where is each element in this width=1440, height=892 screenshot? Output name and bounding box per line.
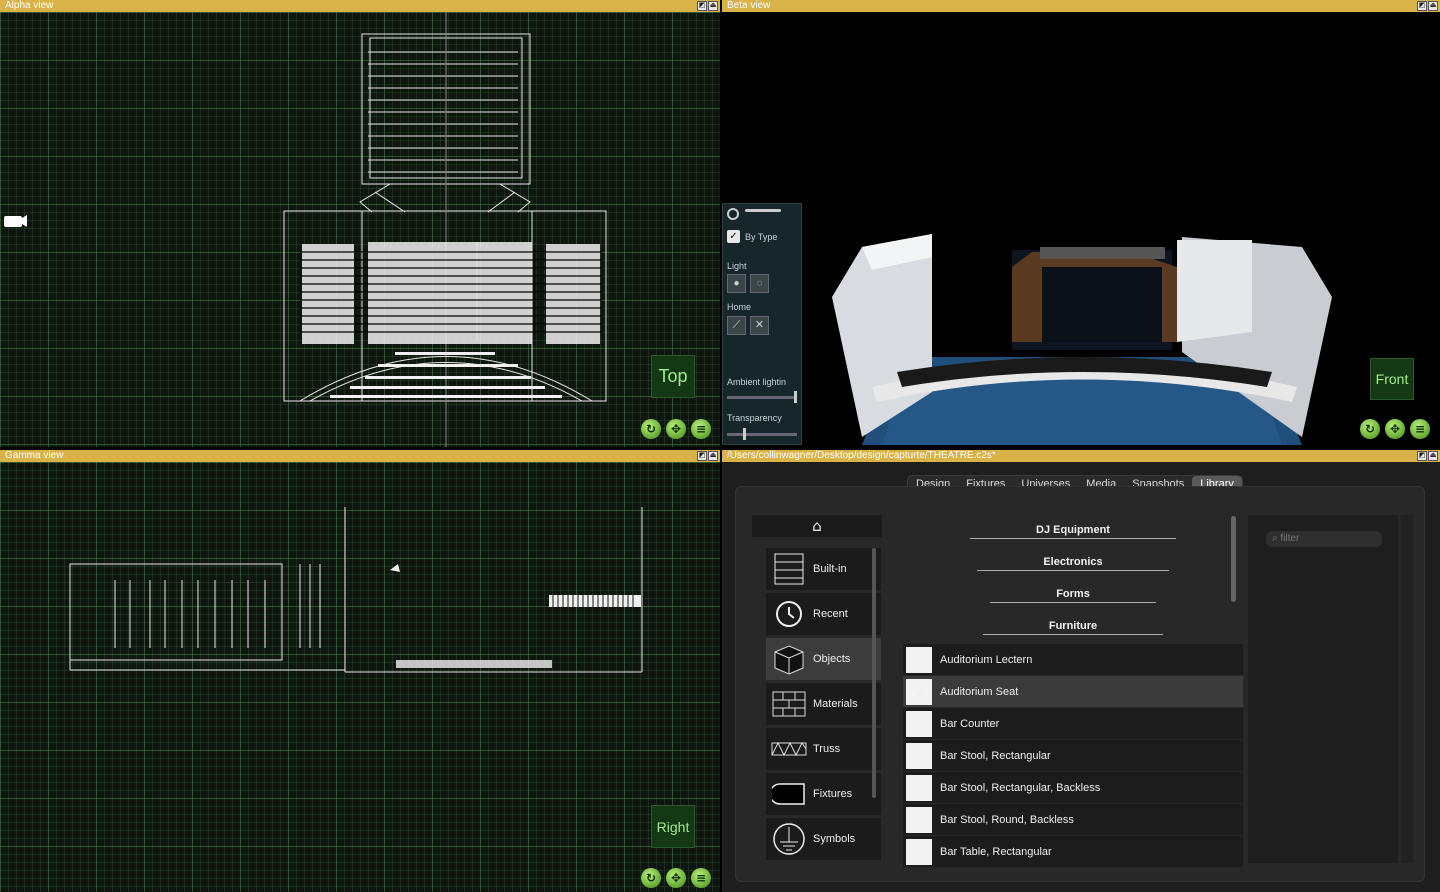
alpha-view-title: Alpha view (5, 0, 54, 11)
camera-icon (4, 215, 27, 227)
section-furniture[interactable]: Furniture (903, 612, 1243, 642)
side-scrollbar[interactable] (1401, 515, 1413, 863)
home-label: Home (727, 302, 752, 312)
category-objects[interactable]: Objects (766, 638, 881, 680)
library-content: ⌂ Built-in Recent Objects Materials Trus… (735, 486, 1425, 882)
rotate-icon[interactable]: ↻ (641, 868, 661, 888)
brick-wall-icon (771, 686, 807, 722)
category-truss[interactable]: Truss (766, 728, 881, 770)
menu-icon[interactable]: ≡ (691, 868, 711, 888)
beta-nav-controls: ↻ ✥ ≡ (1360, 419, 1430, 439)
eject-icon[interactable]: ⏏ (708, 1, 718, 11)
file-titlebar[interactable]: /Users/collinwagner/Desktop/design/captu… (722, 450, 1440, 462)
pan-icon[interactable]: ✥ (666, 868, 686, 888)
eject-icon[interactable]: ⏏ (1428, 1, 1438, 11)
light-label: Light (727, 261, 747, 271)
gamma-viewport-grid[interactable] (0, 462, 720, 892)
render-options-panel: ✓ By Type Light ● ◌ Home ⟋ ✕ Ambient lig… (722, 203, 802, 445)
counter-icon: ▭ (906, 710, 932, 737)
gamma-nav-controls: ↻ ✥ ≡ (641, 868, 711, 888)
pan-icon[interactable]: ✥ (666, 419, 686, 439)
light-on-icon[interactable]: ● (727, 274, 746, 293)
ambient-lighting-slider[interactable] (727, 391, 797, 403)
beta-3d-render[interactable] (722, 12, 1440, 447)
truss-icon (771, 731, 807, 767)
pin-icon[interactable]: ◩ (1417, 451, 1427, 461)
pin-icon[interactable]: ◩ (1417, 1, 1427, 11)
table-icon: ⊏ (906, 838, 932, 865)
list-item[interactable]: ◢ Auditorium Seat (903, 676, 1243, 707)
cube-icon (771, 641, 807, 677)
section-dj-equipment[interactable]: DJ Equipment (903, 516, 1243, 546)
stool-icon: ⊓ (906, 806, 932, 833)
category-symbols[interactable]: Symbols (766, 818, 881, 860)
gamma-view-pane[interactable]: Gamma view ◩ ⏏ Right ↻ ✥ ≡ (0, 450, 720, 892)
list-scrollbar[interactable] (1231, 516, 1236, 602)
home-reset-icon[interactable]: ✕ (750, 316, 769, 335)
stool-icon: ⊓ (906, 774, 932, 801)
pan-icon[interactable]: ✥ (1385, 419, 1405, 439)
store-icon: ⌂ (812, 517, 822, 535)
rotate-icon[interactable]: ↻ (1360, 419, 1380, 439)
ground-symbol-icon (771, 821, 807, 857)
view-orientation-right[interactable]: Right (651, 805, 695, 848)
menu-icon[interactable]: ≡ (691, 419, 711, 439)
beta-view-pane[interactable]: Beta view ◩ ⏏ Front ↻ ✥ ≡ (722, 0, 1440, 447)
category-materials[interactable]: Materials (766, 683, 881, 725)
file-path-title: /Users/collinwagner/Desktop/design/captu… (727, 450, 996, 461)
list-item[interactable]: ▯ Auditorium Lectern (903, 644, 1243, 675)
menu-icon[interactable]: ≡ (1410, 419, 1430, 439)
alpha-nav-controls: ↻ ✥ ≡ (641, 419, 711, 439)
fixture-shape-icon (771, 776, 807, 812)
filter-sidebar (1248, 515, 1398, 863)
list-item[interactable]: ▭ Bar Counter (903, 708, 1243, 739)
view-orientation-top[interactable]: Top (651, 355, 695, 398)
pin-icon[interactable]: ◩ (697, 451, 707, 461)
filter-placeholder: filter (1280, 533, 1300, 544)
section-forms[interactable]: Forms (903, 580, 1243, 610)
library-pane: /Users/collinwagner/Desktop/design/captu… (722, 450, 1440, 892)
seat-icon: ◢ (906, 678, 932, 705)
list-item[interactable]: ⊏ Bar Table, Rectangular (903, 836, 1243, 867)
lectern-icon: ▯ (906, 646, 932, 673)
transparency-label: Transparency (727, 413, 782, 423)
stool-icon: ⊓ (906, 742, 932, 769)
gamma-view-title: Gamma view (5, 450, 64, 461)
ambient-lighting-label: Ambient lightin (727, 377, 787, 387)
pin-icon[interactable]: ◩ (697, 1, 707, 11)
gamma-side-drawing (69, 507, 643, 673)
category-built-in[interactable]: Built-in (766, 548, 881, 590)
history-icon (771, 596, 807, 632)
library-home-button[interactable]: ⌂ (752, 515, 882, 537)
power-slider[interactable] (745, 209, 781, 212)
by-type-checkbox[interactable]: ✓ (727, 230, 740, 243)
section-electronics[interactable]: Electronics (903, 548, 1243, 578)
home-edit-icon[interactable]: ⟋ (727, 316, 746, 335)
category-recent[interactable]: Recent (766, 593, 881, 635)
list-item[interactable]: ⊓ Bar Stool, Rectangular (903, 740, 1243, 771)
light-bulb-icon[interactable]: ◌ (750, 274, 769, 293)
eject-icon[interactable]: ⏏ (708, 451, 718, 461)
view-orientation-front[interactable]: Front (1370, 358, 1414, 400)
category-scrollbar[interactable] (872, 548, 876, 798)
by-type-label: By Type (745, 231, 778, 242)
alpha-top-drawing (4, 12, 607, 447)
category-fixtures[interactable]: Fixtures (766, 773, 881, 815)
transparency-slider[interactable] (727, 428, 797, 440)
alpha-view-pane[interactable]: Alpha view ◩ ⏏ Top ↻ ✥ ≡ (0, 0, 720, 447)
power-icon[interactable] (727, 208, 739, 220)
alpha-viewport-grid[interactable] (0, 12, 720, 447)
list-item[interactable]: ⊓ Bar Stool, Rectangular, Backless (903, 772, 1243, 803)
beta-view-title: Beta view (727, 0, 771, 11)
search-icon: ⌕ (1272, 533, 1278, 544)
filter-input[interactable]: ⌕ filter (1266, 531, 1382, 547)
alpha-view-titlebar[interactable]: Alpha view ◩ ⏏ (0, 0, 720, 12)
eject-icon[interactable]: ⏏ (1428, 451, 1438, 461)
gamma-view-titlebar[interactable]: Gamma view ◩ ⏏ (0, 450, 720, 462)
rack-icon (771, 551, 807, 587)
beta-view-titlebar[interactable]: Beta view ◩ ⏏ (722, 0, 1440, 12)
rotate-icon[interactable]: ↻ (641, 419, 661, 439)
list-item[interactable]: ⊓ Bar Stool, Round, Backless (903, 804, 1243, 835)
